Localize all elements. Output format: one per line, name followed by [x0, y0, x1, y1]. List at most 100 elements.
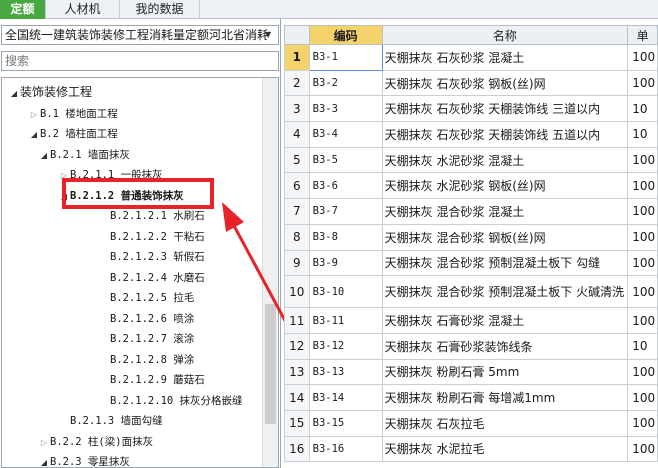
row-name[interactable]: 天棚抹灰 混合砂浆 混凝土 [381, 198, 629, 225]
row-name[interactable]: 天棚抹灰 石灰砂浆 钢板(丝)网 [381, 69, 629, 97]
row-name[interactable]: 天棚抹灰 水泥拉毛 [381, 435, 629, 463]
row-index[interactable]: 13 [284, 358, 310, 386]
table-row[interactable]: 11 B3-11 天棚抹灰 石膏砂浆 混凝土 100 [284, 307, 658, 334]
row-index[interactable]: 16 [284, 435, 310, 463]
row-unit[interactable]: 10 [627, 332, 658, 360]
tree-node[interactable]: B.2.1.2.3 斩假石 [98, 246, 205, 266]
tree-node[interactable]: ▷ B.1 楼地面工程 [28, 103, 118, 123]
row-code[interactable]: B3-6 [308, 172, 383, 200]
collapsed-triangle-icon[interactable]: ▷ [28, 105, 40, 125]
row-unit[interactable]: 100 [627, 69, 658, 97]
row-code[interactable]: B3-9 [308, 249, 383, 277]
row-code[interactable]: B3-4 [308, 121, 383, 148]
row-code[interactable]: B3-2 [308, 69, 383, 97]
tree-node[interactable]: B.2.1.2.5 拉毛 [98, 287, 194, 307]
table-row[interactable]: 4 B3-4 天棚抹灰 石灰砂浆 天棚装饰线 五道以内 10 [284, 121, 658, 148]
row-code[interactable]: B3-15 [308, 409, 383, 437]
row-code[interactable]: B3-11 [308, 307, 383, 334]
tree-scrollbar[interactable] [262, 78, 278, 467]
table-row[interactable]: 8 B3-8 天棚抹灰 混合砂浆 钢板(丝)网 100 [284, 223, 658, 251]
row-name[interactable]: 天棚抹灰 水泥砂浆 钢板(丝)网 [381, 172, 629, 200]
row-name[interactable]: 天棚抹灰 混合砂浆 预制混凝土板下 勾缝 [381, 249, 629, 277]
row-index[interactable]: 5 [284, 146, 310, 174]
collapsed-triangle-icon[interactable]: ▷ [38, 433, 50, 453]
tree-node[interactable]: B.2.1.2.7 滚涂 [98, 328, 194, 348]
tree-node[interactable]: B.2.1.2.8 弹涂 [98, 349, 194, 369]
table-row[interactable]: 15 B3-15 天棚抹灰 石灰拉毛 100 [284, 409, 658, 437]
tab-my-data[interactable]: 我的数据 [120, 0, 200, 19]
row-unit[interactable]: 100 [627, 409, 658, 437]
tree-node[interactable]: B.2.1.2.6 喷涂 [98, 308, 194, 328]
header-code[interactable]: 编码 [308, 25, 383, 45]
expanded-triangle-icon[interactable]: ◢ [38, 453, 50, 467]
row-index[interactable]: 10 [284, 275, 310, 309]
row-unit[interactable]: 100 [627, 384, 658, 411]
row-index[interactable]: 8 [284, 223, 310, 251]
row-index[interactable]: 9 [284, 249, 310, 277]
row-name[interactable]: 天棚抹灰 石膏砂浆 混凝土 [381, 307, 629, 334]
tree-node[interactable]: ◢ B.2.3 零星抹灰 [38, 451, 130, 467]
row-code[interactable]: B3-13 [308, 358, 383, 386]
row-code[interactable]: B3-12 [308, 332, 383, 360]
table-row[interactable]: 1 B3-1 天棚抹灰 石灰砂浆 混凝土 100 [284, 44, 658, 71]
row-index[interactable]: 15 [284, 409, 310, 437]
table-row[interactable]: 12 B3-12 天棚抹灰 石膏砂浆装饰线条 10 [284, 332, 658, 360]
row-index[interactable]: 11 [284, 307, 310, 334]
row-unit[interactable]: 100 [627, 275, 658, 309]
row-unit[interactable]: 10 [627, 95, 658, 123]
tab-quota[interactable]: 定额 [0, 0, 46, 19]
row-index[interactable]: 1 [284, 44, 310, 71]
header-name[interactable]: 名称 [381, 25, 629, 45]
row-name[interactable]: 天棚抹灰 石灰砂浆 天棚装饰线 三道以内 [381, 95, 629, 123]
table-row[interactable]: 6 B3-6 天棚抹灰 水泥砂浆 钢板(丝)网 100 [284, 172, 658, 200]
row-code[interactable]: B3-3 [308, 95, 383, 123]
tab-labor-material-machine[interactable]: 人材机 [46, 0, 120, 19]
quota-library-dropdown[interactable]: 全国统一建筑装饰装修工程消耗量定额河北省消耗 ▼ [1, 25, 279, 45]
row-unit[interactable]: 100 [627, 44, 658, 71]
tree-node[interactable]: B.2.1.2.2 干粘石 [98, 226, 205, 246]
row-index[interactable]: 3 [284, 95, 310, 123]
row-index[interactable]: 7 [284, 198, 310, 225]
search-input[interactable] [1, 51, 279, 71]
row-code[interactable]: B3-16 [308, 435, 383, 463]
row-name[interactable]: 天棚抹灰 石灰拉毛 [381, 409, 629, 437]
table-row[interactable]: 3 B3-3 天棚抹灰 石灰砂浆 天棚装饰线 三道以内 10 [284, 95, 658, 123]
row-index[interactable]: 6 [284, 172, 310, 200]
row-code[interactable]: B3-10 [308, 275, 383, 309]
row-unit[interactable]: 100 [627, 172, 658, 200]
tree-node[interactable]: ◢ B.2 墙柱面工程 [28, 123, 118, 143]
expanded-triangle-icon[interactable]: ◢ [8, 84, 20, 104]
row-name[interactable]: 天棚抹灰 混合砂浆 预制混凝土板下 火碱清洗 [381, 275, 629, 309]
tree-node[interactable]: ◢ B.2.1 墙面抹灰 [38, 144, 130, 164]
chevron-down-icon[interactable]: ▼ [265, 26, 275, 44]
row-code[interactable]: B3-8 [308, 223, 383, 251]
tree-node[interactable]: B.2.1.3 墙面勾缝 [58, 410, 163, 430]
row-code[interactable]: B3-14 [308, 384, 383, 411]
row-unit[interactable]: 100 [627, 435, 658, 463]
row-unit[interactable]: 100 [627, 249, 658, 277]
tree-node[interactable]: B.2.1.2.4 水磨石 [98, 267, 205, 287]
expanded-triangle-icon[interactable]: ◢ [38, 146, 50, 166]
row-name[interactable]: 天棚抹灰 石灰砂浆 混凝土 [381, 44, 629, 71]
row-name[interactable]: 天棚抹灰 石膏砂浆装饰线条 [381, 332, 629, 360]
row-name[interactable]: 天棚抹灰 粉刷石膏 每增减1mm [381, 384, 629, 411]
table-row[interactable]: 7 B3-7 天棚抹灰 混合砂浆 混凝土 100 [284, 198, 658, 225]
tree-node[interactable]: ▷ B.2.2 柱(梁)面抹灰 [38, 431, 153, 451]
row-name[interactable]: 天棚抹灰 石灰砂浆 天棚装饰线 五道以内 [381, 121, 629, 148]
row-name[interactable]: 天棚抹灰 水泥砂浆 混凝土 [381, 146, 629, 174]
tree-node[interactable]: ◢ 装饰装修工程 [8, 82, 92, 102]
table-row[interactable]: 14 B3-14 天棚抹灰 粉刷石膏 每增减1mm 100 [284, 384, 658, 411]
header-unit[interactable]: 单 [627, 25, 658, 45]
row-code[interactable]: B3-1 [308, 44, 383, 71]
row-unit[interactable]: 100 [627, 223, 658, 251]
row-unit[interactable]: 100 [627, 198, 658, 225]
table-row[interactable]: 10 B3-10 天棚抹灰 混合砂浆 预制混凝土板下 火碱清洗 100 [284, 275, 658, 309]
table-row[interactable]: 5 B3-5 天棚抹灰 水泥砂浆 混凝土 100 [284, 146, 658, 174]
row-name[interactable]: 天棚抹灰 混合砂浆 钢板(丝)网 [381, 223, 629, 251]
table-row[interactable]: 13 B3-13 天棚抹灰 粉刷石膏 5mm 100 [284, 358, 658, 386]
row-index[interactable]: 12 [284, 332, 310, 360]
row-code[interactable]: B3-5 [308, 146, 383, 174]
row-unit[interactable]: 100 [627, 307, 658, 334]
tree-node[interactable]: B.2.1.2.9 蘑菇石 [98, 369, 205, 389]
table-row[interactable]: 9 B3-9 天棚抹灰 混合砂浆 预制混凝土板下 勾缝 100 [284, 249, 658, 277]
